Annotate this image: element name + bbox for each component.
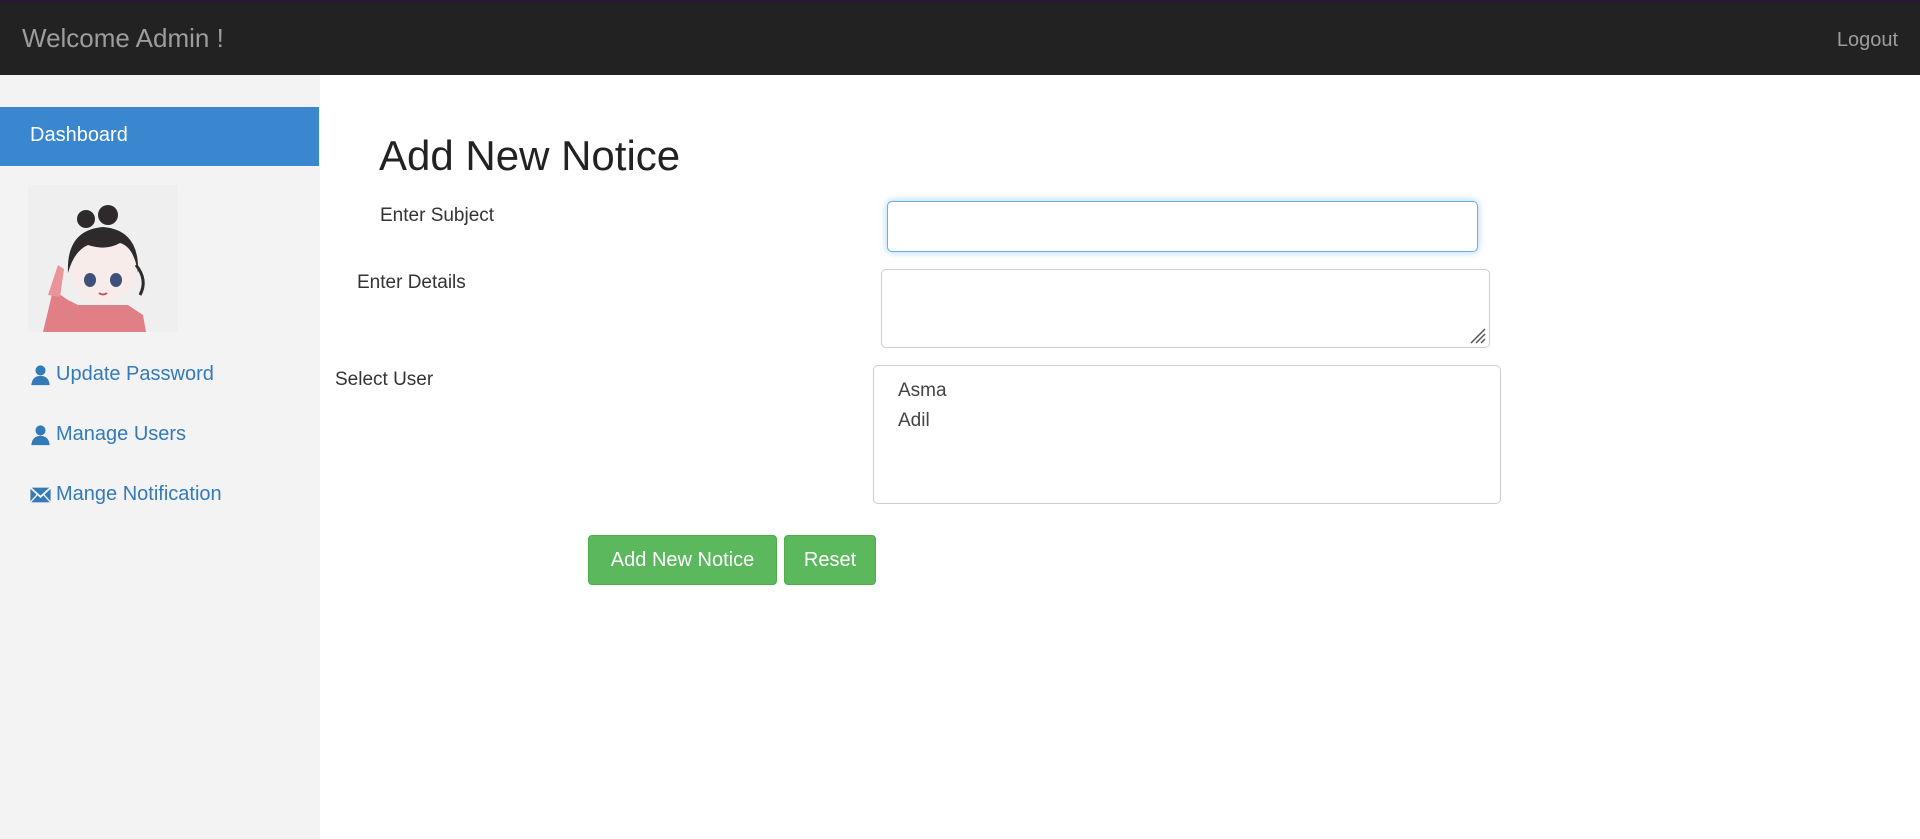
top-navbar: Welcome Admin ! Logout — [0, 0, 1920, 75]
subject-input[interactable] — [887, 201, 1478, 252]
page-title: Add New Notice — [379, 132, 681, 179]
user-icon — [31, 424, 50, 445]
user-listbox[interactable]: Asma Adil — [873, 365, 1501, 504]
user-option[interactable]: Asma — [898, 380, 947, 402]
user-option[interactable]: Adil — [898, 410, 930, 432]
sidebar-item-label: Update Password — [56, 363, 214, 385]
sidebar-item-dashboard[interactable]: Dashboard — [0, 107, 319, 166]
sidebar: Dashboard Update Password Manage Users M… — [0, 75, 320, 839]
main-content: Add New Notice Enter Subject Enter Detai… — [320, 75, 1920, 839]
reset-button[interactable]: Reset — [784, 535, 876, 585]
avatar — [28, 185, 178, 332]
logout-link[interactable]: Logout — [1837, 29, 1898, 52]
welcome-brand[interactable]: Welcome Admin ! — [22, 23, 224, 54]
select-user-label: Select User — [335, 369, 434, 390]
sidebar-item-manage-users[interactable]: Manage Users — [29, 423, 186, 446]
user-icon — [31, 364, 50, 385]
avatar-illustration — [28, 185, 178, 332]
add-notice-button[interactable]: Add New Notice — [588, 535, 777, 585]
resize-handle-icon[interactable] — [1467, 325, 1487, 345]
sidebar-item-label: Mange Notification — [56, 483, 222, 505]
details-label: Enter Details — [357, 272, 466, 293]
sidebar-item-label: Manage Users — [56, 423, 187, 445]
sidebar-item-manage-notification[interactable]: Mange Notification — [29, 483, 222, 506]
subject-label: Enter Subject — [380, 205, 495, 226]
details-textarea[interactable] — [881, 269, 1490, 348]
envelope-icon — [29, 486, 52, 503]
sidebar-item-update-password[interactable]: Update Password — [29, 363, 214, 386]
